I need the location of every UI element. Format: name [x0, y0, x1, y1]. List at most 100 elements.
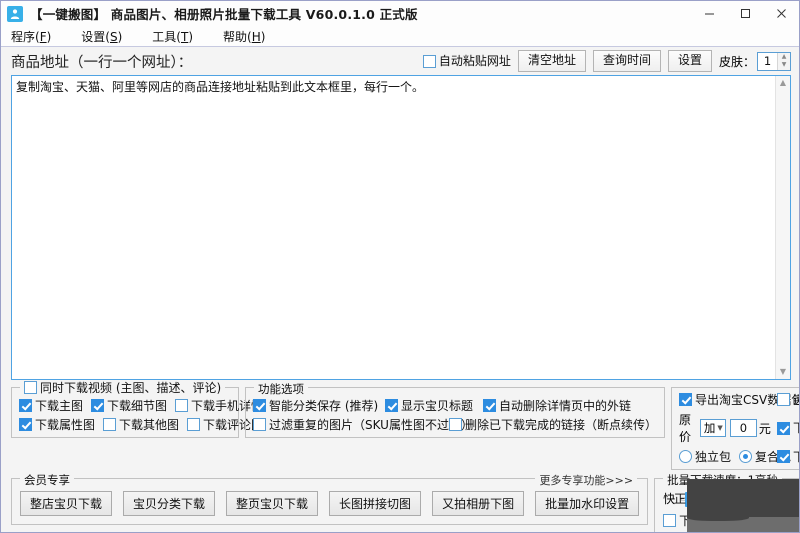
skin-spinner[interactable]: 1 ▲ ▼ — [757, 51, 791, 71]
export-csv-checkbox[interactable]: 导出淘宝CSV数据包 — [679, 393, 799, 406]
batch-watermark-settings-button[interactable]: 批量加水印设置 — [535, 491, 640, 516]
download-main-image-checkbox[interactable]: 下载主图 — [19, 399, 83, 412]
composite-pack-radio-dot — [739, 450, 753, 463]
filter-duplicate-box — [253, 418, 266, 431]
function-options-line-1: 智能分类保存 (推荐) 显示宝贝标题 自动删除详情页中的外链 — [253, 399, 657, 412]
download-detail-image-checkbox[interactable]: 下载细节图 — [91, 399, 167, 412]
remove-external-link-checkbox[interactable]: 自动删除详情页中的外链 — [483, 399, 631, 412]
remote-detail-label: 远程详情图 — [793, 394, 799, 406]
smart-classify-checkbox[interactable]: 智能分类保存 (推荐) — [253, 398, 379, 413]
query-time-button[interactable]: 查询时间 — [592, 50, 661, 72]
function-options-line-2: 过滤重复的图片（SKU属性图不过滤） 删除已下载完成的链接（断点续传） — [253, 418, 657, 431]
auto-close-app-box — [663, 514, 677, 527]
scroll-up-icon[interactable]: ▲ — [780, 76, 786, 90]
preview-overlay-panel — [687, 479, 799, 532]
whole-store-download-button[interactable]: 整店宝贝下载 — [20, 491, 113, 516]
filter-duplicate-checkbox[interactable]: 过滤重复的图片（SKU属性图不过滤） — [253, 418, 473, 431]
menu-label-help: 帮助( — [223, 29, 252, 44]
remove-finished-link-checkbox[interactable]: 删除已下载完成的链接（断点续传） — [449, 418, 657, 431]
show-title-checkbox[interactable]: 显示宝贝标题 — [385, 399, 475, 412]
independent-pack-label: 独立包 — [695, 449, 732, 464]
csv-line-1: 导出淘宝CSV数据包 远程详情图 — [679, 393, 799, 406]
download-options-line-1: 下载主图 下载细节图 下载手机详情 — [19, 399, 263, 412]
smart-classify-label: 智能分类保存 (推荐) — [269, 398, 379, 413]
minimize-button[interactable] — [691, 1, 727, 26]
auto-paste-checkbox[interactable]: 自动粘贴网址 — [422, 54, 511, 68]
menu-tail-settings: ) — [117, 29, 123, 44]
download-attribute-image-checkbox[interactable]: 下载属性图 — [19, 418, 95, 431]
address-textarea-content[interactable]: 复制淘宝、天猫、阿里等网店的商品连接地址粘贴到此文本框里，每行一个。 — [12, 76, 775, 379]
sale-attribute-label: 下载销售属性 — [793, 422, 799, 434]
more-features-link[interactable]: 更多专享功能>>> — [535, 472, 638, 488]
category-attribute-label: 下载类目属性 — [793, 451, 799, 463]
filter-duplicate-label: 过滤重复的图片（SKU属性图不过滤） — [269, 417, 473, 432]
menu-tail-help: ) — [260, 29, 266, 44]
address-textarea[interactable]: 复制淘宝、天猫、阿里等网店的商品连接地址粘贴到此文本框里，每行一个。 ▲ ▼ — [11, 75, 791, 380]
function-options-group: 功能选项 智能分类保存 (推荐) 显示宝贝标题 自动删除详情页中的外链 过滤重复… — [245, 381, 666, 438]
member-legend: 会员专享 — [20, 472, 74, 488]
export-csv-box — [679, 393, 693, 406]
remove-finished-link-label: 删除已下载完成的链接（断点续传） — [465, 417, 658, 432]
csv-line-3: 独立包 复合包 下载类目属性 — [679, 450, 799, 463]
menu-bar: 程序(F) 设置(S) 工具(T) 帮助(H) — [1, 26, 799, 47]
status-text: 正 — [674, 492, 687, 506]
price-unit-label: 元 — [758, 421, 771, 436]
download-main-image-box — [19, 399, 32, 412]
spin-up-icon[interactable]: ▲ — [782, 53, 787, 60]
price-value-input[interactable]: 0 — [729, 419, 757, 437]
price-mode-select[interactable]: 加 ▼ — [699, 419, 726, 437]
settings-button[interactable]: 设置 — [667, 50, 712, 72]
download-options-group: 下载选项 同时下载视频 (主图、描述、评论) 下载主图 下载细节图 — [11, 381, 263, 438]
youpai-album-download-button[interactable]: 又拍相册下图 — [432, 491, 525, 516]
maximize-button[interactable] — [727, 1, 763, 26]
menu-item-program[interactable]: 程序(F) — [11, 26, 65, 47]
application-window: 【一键搬图】 商品图片、相册照片批量下载工具 V60.0.1.0 正式版 程序(… — [0, 0, 800, 533]
preview-overlay-lower-band — [687, 513, 799, 532]
function-options-legend: 功能选项 — [254, 381, 308, 397]
show-title-label: 显示宝贝标题 — [401, 398, 474, 413]
spin-down-icon[interactable]: ▼ — [782, 62, 787, 68]
price-label: 原价 — [679, 413, 692, 444]
menu-tail-program: ) — [46, 29, 52, 44]
download-other-image-checkbox[interactable]: 下载其他图 — [103, 418, 179, 431]
sale-attribute-checkbox[interactable]: 下载销售属性 — [776, 421, 799, 435]
category-attribute-box — [777, 450, 791, 463]
pack-type-group: 独立包 复合包 — [679, 450, 791, 463]
close-button[interactable] — [763, 1, 799, 26]
independent-pack-radio-dot — [679, 450, 693, 463]
download-other-image-label: 下载其他图 — [119, 417, 180, 432]
address-textarea-scrollbar[interactable]: ▲ ▼ — [775, 76, 790, 379]
window-controls — [691, 1, 799, 26]
category-download-button[interactable]: 宝贝分类下载 — [123, 491, 216, 516]
auto-paste-checkbox-box — [422, 54, 436, 68]
show-title-box — [385, 399, 398, 412]
skin-spinner-arrows[interactable]: ▲ ▼ — [777, 52, 790, 70]
scroll-down-icon[interactable]: ▼ — [780, 365, 786, 379]
independent-pack-radio[interactable]: 独立包 — [679, 450, 731, 463]
category-attribute-checkbox[interactable]: 下载类目属性 — [777, 450, 799, 463]
download-comment-image-box — [187, 418, 201, 431]
menu-tail-tools: ) — [188, 29, 193, 44]
menu-item-settings[interactable]: 设置(S) — [81, 26, 136, 47]
download-attribute-image-box — [19, 418, 32, 431]
options-row: 下载选项 同时下载视频 (主图、描述、评论) 下载主图 下载细节图 — [11, 381, 799, 470]
download-detail-image-label: 下载细节图 — [107, 398, 168, 413]
clear-address-button[interactable]: 清空地址 — [517, 50, 586, 72]
whole-page-download-button[interactable]: 整页宝贝下载 — [226, 491, 319, 516]
title-bar: 【一键搬图】 商品图片、相册照片批量下载工具 V60.0.1.0 正式版 — [1, 1, 799, 26]
window-title: 【一键搬图】 商品图片、相册照片批量下载工具 V60.0.1.0 正式版 — [30, 7, 418, 22]
menu-item-tools[interactable]: 工具(T) — [152, 26, 207, 47]
menu-mnemonic-program: F — [39, 29, 47, 44]
menu-item-help[interactable]: 帮助(H) — [223, 26, 279, 47]
skin-label: 皮肤： — [718, 54, 755, 69]
download-other-image-box — [103, 418, 116, 431]
remote-detail-checkbox[interactable]: 远程详情图 — [777, 393, 799, 406]
long-image-splice-button[interactable]: 长图拼接切图 — [329, 491, 422, 516]
price-mode-value: 加 — [703, 421, 716, 435]
download-video-checkbox[interactable]: 同时下载视频 (主图、描述、评论) — [20, 381, 226, 397]
skin-selector: 皮肤： 1 ▲ ▼ — [718, 51, 791, 71]
download-attribute-image-label: 下载属性图 — [35, 417, 96, 432]
download-detail-image-box — [91, 399, 105, 412]
menu-label-program: 程序( — [11, 29, 40, 44]
skin-value: 1 — [763, 53, 772, 68]
